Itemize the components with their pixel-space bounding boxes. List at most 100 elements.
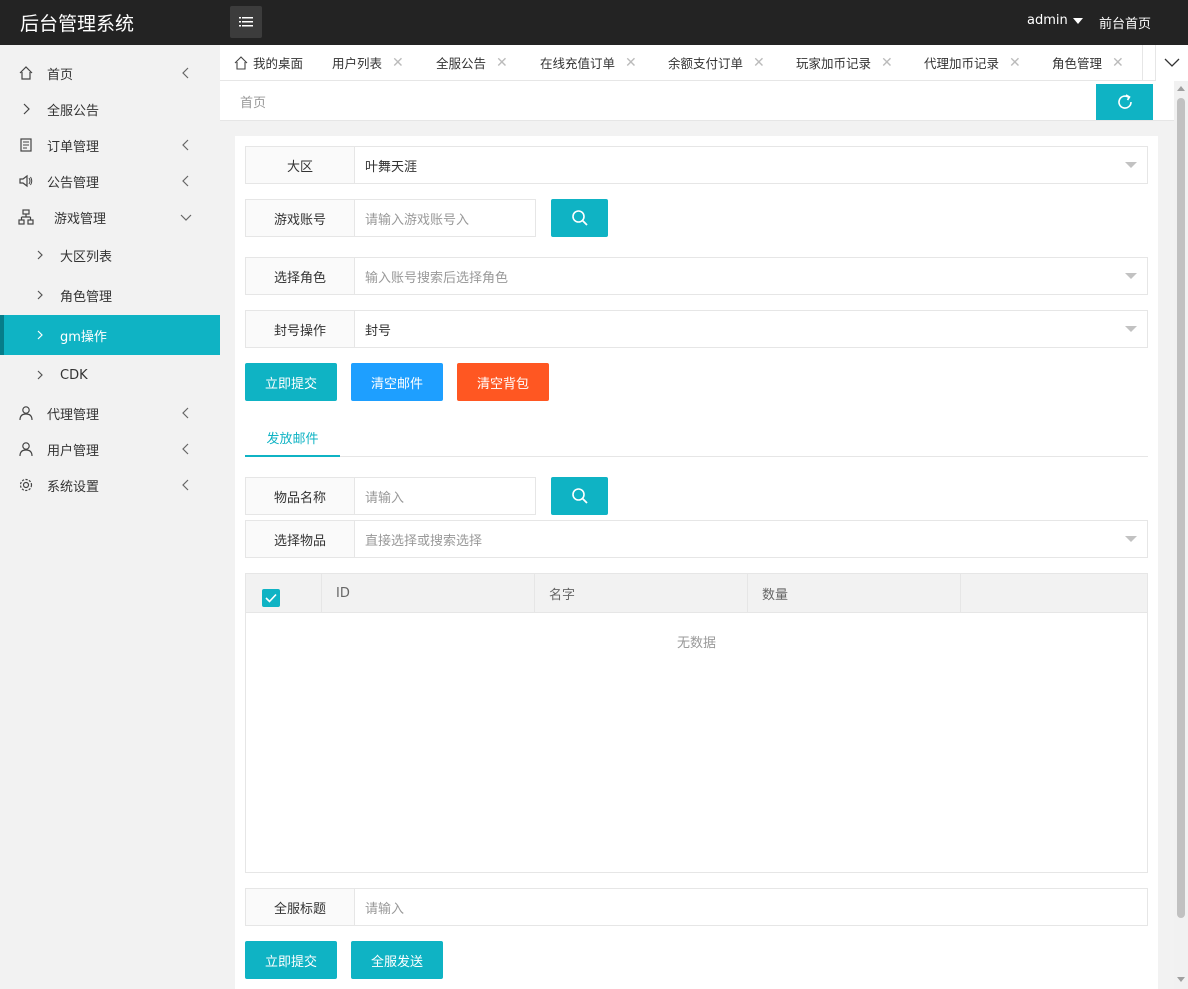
tab-roles[interactable]: 角色管理 ✕ xyxy=(1052,45,1124,80)
broadcast-send-button[interactable]: 全服发送 xyxy=(351,941,443,979)
role-input[interactable]: 输入账号搜索后选择角色 xyxy=(355,258,1147,294)
close-icon[interactable]: ✕ xyxy=(881,55,893,71)
sidebar-item-home[interactable]: 首页 xyxy=(0,55,220,91)
close-icon[interactable]: ✕ xyxy=(392,55,404,71)
scroll-down-icon[interactable] xyxy=(1177,977,1185,982)
ban-label: 封号操作 xyxy=(246,311,355,347)
select-all-cell xyxy=(246,574,322,612)
chevron-down-icon xyxy=(180,214,192,221)
column-header-quantity[interactable]: 数量 xyxy=(748,574,961,612)
submit-button[interactable]: 立即提交 xyxy=(245,363,337,401)
sidebar-subitem-cdk[interactable]: CDK xyxy=(0,355,220,395)
account-label: 游戏账号 xyxy=(246,200,355,236)
caret-down-icon xyxy=(1125,162,1137,168)
item-select-input[interactable]: 直接选择或搜索选择 xyxy=(355,521,1147,557)
sidebar-item-agent[interactable]: 代理管理 xyxy=(0,395,220,431)
tab-label: 余额支付订单 xyxy=(668,56,744,71)
list-icon xyxy=(239,17,253,27)
chevron-right-icon xyxy=(37,330,43,340)
account-search-button[interactable] xyxy=(551,199,608,237)
tab-agent-coins[interactable]: 代理加币记录 ✕ xyxy=(924,45,1021,80)
chevron-right-icon xyxy=(23,103,30,115)
ban-value[interactable]: 封号 xyxy=(355,311,1147,347)
sidebar-item-announcement[interactable]: 全服公告 xyxy=(0,91,220,127)
sidebar-item-label: 订单管理 xyxy=(47,139,100,155)
item-search-button[interactable] xyxy=(551,477,608,515)
region-selected-text: 叶舞天涯 xyxy=(365,159,418,175)
breadcrumb-bar: 首页 xyxy=(220,81,1188,121)
front-home-link[interactable]: 前台首页 xyxy=(1099,13,1151,32)
close-icon[interactable]: ✕ xyxy=(625,55,637,71)
chevron-left-icon xyxy=(182,139,189,151)
sidebar-subitem-regions[interactable]: 大区列表 xyxy=(0,235,220,275)
submit-mail-button[interactable]: 立即提交 xyxy=(245,941,337,979)
scroll-thumb[interactable] xyxy=(1177,98,1185,918)
region-value[interactable]: 叶舞天涯 xyxy=(355,147,1147,183)
sidebar-item-game[interactable]: 游戏管理 xyxy=(0,199,220,235)
tabs-dropdown-button[interactable] xyxy=(1155,45,1188,81)
account-input[interactable]: 请输入游戏账号入 xyxy=(355,200,535,236)
tab-desktop[interactable]: 我的桌面 xyxy=(234,45,303,80)
close-icon[interactable]: ✕ xyxy=(1009,55,1021,71)
document-icon xyxy=(20,138,32,152)
tab-divider xyxy=(1142,45,1143,81)
close-icon[interactable]: ✕ xyxy=(1112,55,1124,71)
item-select[interactable]: 选择物品 直接选择或搜索选择 xyxy=(245,520,1148,558)
user-icon xyxy=(19,442,33,457)
region-select[interactable]: 大区 叶舞天涯 xyxy=(245,146,1148,184)
role-select[interactable]: 选择角色 输入账号搜索后选择角色 xyxy=(245,257,1148,295)
breadcrumb[interactable]: 首页 xyxy=(240,92,266,111)
caret-down-icon xyxy=(1125,536,1137,542)
select-all-checkbox[interactable] xyxy=(262,589,280,607)
caret-down-icon xyxy=(1072,17,1083,24)
tab-user-list[interactable]: 用户列表 ✕ xyxy=(332,45,404,80)
item-name-field[interactable]: 物品名称 请输入 xyxy=(245,477,536,515)
account-field[interactable]: 游戏账号 请输入游戏账号入 xyxy=(245,199,536,237)
item-select-placeholder: 直接选择或搜索选择 xyxy=(365,533,483,549)
empty-state-text: 无数据 xyxy=(676,636,716,651)
ban-select[interactable]: 封号操作 封号 xyxy=(245,310,1148,348)
tab-announcement[interactable]: 全服公告 ✕ xyxy=(436,45,508,80)
gear-icon xyxy=(19,478,33,492)
chevron-right-icon xyxy=(37,370,43,380)
tab-label: 我的桌面 xyxy=(253,56,304,71)
sidebar-subitem-label: gm操作 xyxy=(60,329,107,345)
tab-balance-orders[interactable]: 余额支付订单 ✕ xyxy=(668,45,765,80)
tab-send-mail[interactable]: 发放邮件 xyxy=(245,419,340,457)
column-header-id[interactable]: ID xyxy=(322,574,535,612)
page-scrollbar[interactable] xyxy=(1174,81,1188,989)
sidebar-item-settings[interactable]: 系统设置 xyxy=(0,467,220,503)
refresh-icon xyxy=(1117,94,1132,109)
sidebar-item-notice[interactable]: 公告管理 xyxy=(0,163,220,199)
clear-mail-button[interactable]: 清空邮件 xyxy=(351,363,443,401)
chevron-left-icon xyxy=(182,407,189,419)
region-label: 大区 xyxy=(246,147,355,183)
sidebar-subitem-roles[interactable]: 角色管理 xyxy=(0,275,220,315)
scroll-up-icon[interactable] xyxy=(1177,86,1185,91)
refresh-button[interactable] xyxy=(1096,84,1153,120)
close-icon[interactable]: ✕ xyxy=(753,55,765,71)
broadcast-title-input[interactable]: 请输入 xyxy=(355,889,1147,925)
tab-player-coins[interactable]: 玩家加币记录 ✕ xyxy=(796,45,893,80)
sidebar-subitem-gm[interactable]: gm操作 xyxy=(0,315,220,355)
user-menu[interactable]: admin xyxy=(1027,13,1083,28)
close-icon[interactable]: ✕ xyxy=(496,55,508,71)
tab-label: 用户列表 xyxy=(332,56,383,71)
home-icon xyxy=(234,55,248,70)
sidebar-item-orders[interactable]: 订单管理 xyxy=(0,127,220,163)
item-name-input[interactable]: 请输入 xyxy=(355,478,535,514)
menu-toggle-button[interactable] xyxy=(230,6,262,38)
broadcast-title-field[interactable]: 全服标题 请输入 xyxy=(245,888,1148,926)
column-header-name[interactable]: 名字 xyxy=(535,574,748,612)
sidebar-subitem-label: 角色管理 xyxy=(60,289,113,305)
top-header: 后台管理系统 admin 前台首页 xyxy=(0,0,1188,45)
chevron-right-icon xyxy=(37,250,43,260)
column-header-empty xyxy=(961,574,1147,612)
tab-online-recharge[interactable]: 在线充值订单 ✕ xyxy=(540,45,637,80)
check-icon xyxy=(265,593,277,603)
sidebar-item-users[interactable]: 用户管理 xyxy=(0,431,220,467)
clear-bag-button[interactable]: 清空背包 xyxy=(457,363,549,401)
sidebar-item-label: 全服公告 xyxy=(47,103,100,119)
tab-label: 玩家加币记录 xyxy=(796,56,872,71)
sidebar-subitem-label: 大区列表 xyxy=(60,249,113,265)
